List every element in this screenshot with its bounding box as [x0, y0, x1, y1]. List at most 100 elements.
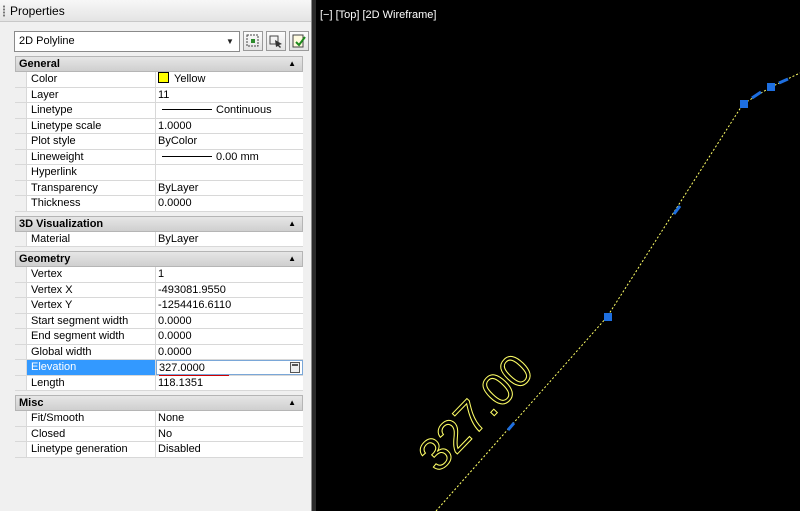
section-misc[interactable]: Misc ▲ — [15, 395, 303, 411]
property-name: Length — [27, 375, 156, 390]
property-value[interactable]: 11 — [156, 88, 303, 103]
grip-handle-icon[interactable] — [2, 5, 6, 17]
property-row-closed[interactable]: Closed No — [15, 426, 303, 442]
palette-title: Properties — [10, 4, 65, 18]
property-row-vertex-y[interactable]: Vertex Y -1254416.6110 — [15, 298, 303, 314]
property-row-plot-style[interactable]: Plot style ByColor — [15, 134, 303, 150]
property-value[interactable]: No — [156, 427, 303, 442]
section-general[interactable]: General ▲ — [15, 56, 303, 72]
row-gutter — [15, 329, 27, 344]
property-value[interactable]: -493081.9550 — [156, 283, 303, 298]
property-name: Elevation — [27, 360, 156, 375]
quick-select-icon — [246, 34, 259, 47]
row-gutter — [15, 231, 27, 246]
property-row-start-segment-width[interactable]: Start segment width 0.0000 — [15, 313, 303, 329]
section-3d-visualization[interactable]: 3D Visualization ▲ — [15, 215, 303, 232]
row-gutter — [15, 134, 27, 149]
property-name: Vertex — [27, 267, 156, 282]
color-swatch-icon — [158, 72, 169, 83]
property-value[interactable]: ByLayer — [156, 232, 303, 247]
property-name: Linetype scale — [27, 118, 156, 133]
row-gutter — [15, 165, 27, 180]
row-gutter — [15, 313, 27, 328]
property-value[interactable]: 1 — [156, 267, 303, 282]
row-gutter — [15, 375, 27, 390]
row-gutter — [15, 298, 27, 313]
property-row-elevation[interactable]: Elevation 327.0000 — [15, 360, 303, 377]
vertex-grip[interactable] — [604, 313, 612, 321]
object-type-dropdown[interactable]: 2D Polyline ▼ — [14, 31, 240, 52]
vertex-grip[interactable] — [767, 83, 775, 91]
property-row-linetype[interactable]: Linetype Continuous — [15, 103, 303, 119]
row-gutter — [15, 118, 27, 133]
polyline-midpoint-marker — [778, 77, 789, 85]
property-name: Vertex Y — [27, 298, 156, 313]
property-row-global-width[interactable]: Global width 0.0000 — [15, 344, 303, 360]
section-title: 3D Visualization — [19, 217, 104, 230]
property-name: Hyperlink — [27, 165, 156, 180]
quick-select-button[interactable] — [243, 31, 263, 51]
property-value[interactable]: 0.0000 — [156, 196, 303, 211]
calculator-icon[interactable] — [290, 362, 300, 373]
section-title: Geometry — [19, 253, 71, 265]
property-value[interactable]: ByLayer — [156, 181, 303, 196]
lineweight-preview-icon — [162, 155, 212, 157]
property-value[interactable]: 0.0000 — [156, 345, 303, 360]
polyline[interactable] — [435, 72, 800, 511]
property-row-linetype-scale[interactable]: Linetype scale 1.0000 — [15, 118, 303, 134]
property-row-thickness[interactable]: Thickness 0.0000 — [15, 196, 303, 212]
collapse-icon[interactable]: ▲ — [288, 218, 296, 230]
lineweight-value: 0.00 mm — [216, 150, 259, 163]
property-name: Start segment width — [27, 313, 156, 328]
property-row-lineweight[interactable]: Lineweight 0.00 mm — [15, 149, 303, 165]
linetype-value: Continuous — [216, 104, 272, 116]
property-value[interactable]: Continuous — [156, 103, 303, 118]
property-name: Linetype generation — [27, 442, 156, 457]
property-value[interactable]: 1.0000 — [156, 119, 303, 134]
select-objects-button[interactable] — [266, 31, 286, 51]
property-value[interactable] — [156, 165, 303, 180]
property-row-hyperlink[interactable]: Hyperlink — [15, 165, 303, 181]
property-value[interactable]: 118.1351 — [156, 376, 303, 391]
property-value[interactable]: 0.0000 — [156, 329, 303, 344]
chevron-down-icon[interactable]: ▼ — [223, 34, 237, 49]
collapse-icon[interactable]: ▲ — [288, 397, 296, 409]
property-name: Linetype — [27, 103, 156, 118]
property-row-layer[interactable]: Layer 11 — [15, 87, 303, 103]
property-row-length[interactable]: Length 118.1351 — [15, 375, 303, 391]
property-row-vertex-x[interactable]: Vertex X -493081.9550 — [15, 282, 303, 298]
property-name: Layer — [27, 87, 156, 102]
property-value[interactable]: None — [156, 411, 303, 426]
row-gutter — [15, 267, 27, 282]
property-value[interactable]: 0.0000 — [156, 314, 303, 329]
row-gutter — [15, 426, 27, 441]
property-name: Fit/Smooth — [27, 411, 156, 426]
elevation-input[interactable]: 327.0000 — [156, 360, 303, 377]
row-gutter — [15, 72, 27, 87]
property-value[interactable]: -1254416.6110 — [156, 298, 303, 313]
collapse-icon[interactable]: ▲ — [288, 253, 296, 265]
property-value[interactable]: 0.00 mm — [156, 150, 303, 165]
drawing-canvas[interactable]: 327.00 — [316, 0, 800, 511]
property-value[interactable]: ByColor — [156, 134, 303, 149]
vertex-grip[interactable] — [740, 100, 748, 108]
toggle-pickadd-button[interactable] — [289, 31, 309, 51]
property-row-transparency[interactable]: Transparency ByLayer — [15, 180, 303, 196]
property-name: Transparency — [27, 180, 156, 195]
property-row-color[interactable]: Color Yellow — [15, 72, 303, 88]
property-row-end-segment-width[interactable]: End segment width 0.0000 — [15, 329, 303, 345]
property-row-vertex[interactable]: Vertex 1 — [15, 267, 303, 283]
section-geometry[interactable]: Geometry ▲ — [15, 251, 303, 267]
property-value[interactable]: Yellow — [156, 72, 303, 87]
property-row-linetype-generation[interactable]: Linetype generation Disabled — [15, 442, 303, 458]
drawing-viewport[interactable]: [−] [Top] [2D Wireframe] 327.00 — [316, 0, 800, 511]
collapse-icon[interactable]: ▲ — [288, 58, 296, 70]
palette-titlebar[interactable]: Properties — [0, 0, 311, 22]
property-value[interactable]: Disabled — [156, 442, 303, 457]
polyline-midpoint-marker — [506, 422, 516, 431]
property-row-fit-smooth[interactable]: Fit/Smooth None — [15, 411, 303, 427]
property-row-material[interactable]: Material ByLayer — [15, 231, 303, 247]
properties-palette: Properties 2D Polyline ▼ General ▲ Color… — [0, 0, 312, 511]
row-gutter — [15, 360, 27, 375]
elevation-annotation[interactable]: 327.00 — [407, 343, 543, 481]
